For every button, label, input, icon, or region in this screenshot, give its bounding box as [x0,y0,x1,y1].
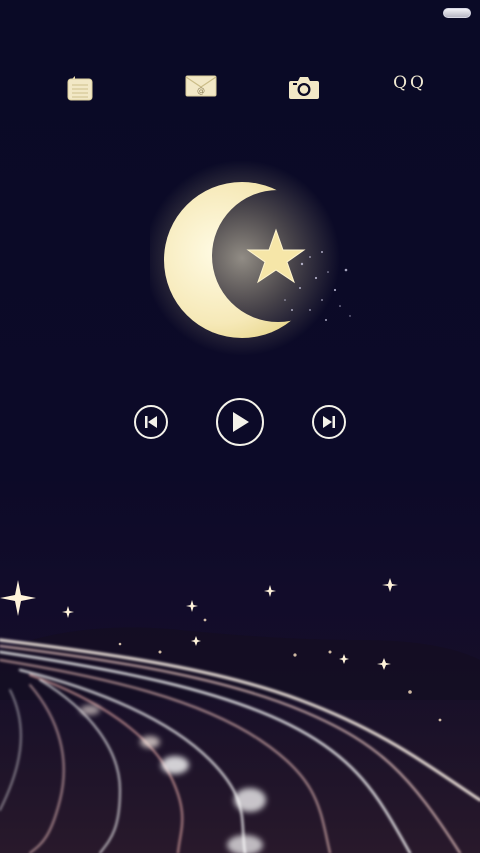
envelope-icon: @ [185,75,217,97]
skip-previous-icon [145,416,157,428]
next-button[interactable] [312,405,346,439]
city-lights-image [0,578,480,853]
camera-icon [289,77,319,99]
camera-shortcut[interactable] [286,72,322,102]
notepad-icon [67,76,93,101]
previous-button[interactable] [134,405,168,439]
wallpaper-city-highway [0,560,480,853]
mail-shortcut[interactable]: @ [184,72,218,100]
lock-screen: @ QQ [0,0,480,853]
moon-widget[interactable] [144,160,370,360]
qq-label: QQ [393,73,427,93]
qq-shortcut[interactable]: QQ [388,70,432,96]
skip-next-icon [323,416,335,428]
notes-shortcut[interactable] [64,74,96,104]
play-button[interactable] [216,398,264,446]
battery-icon [443,8,471,18]
mail-at-glyph: @ [197,86,205,95]
crescent-moon-star-icon [144,160,351,356]
play-icon [233,412,249,432]
